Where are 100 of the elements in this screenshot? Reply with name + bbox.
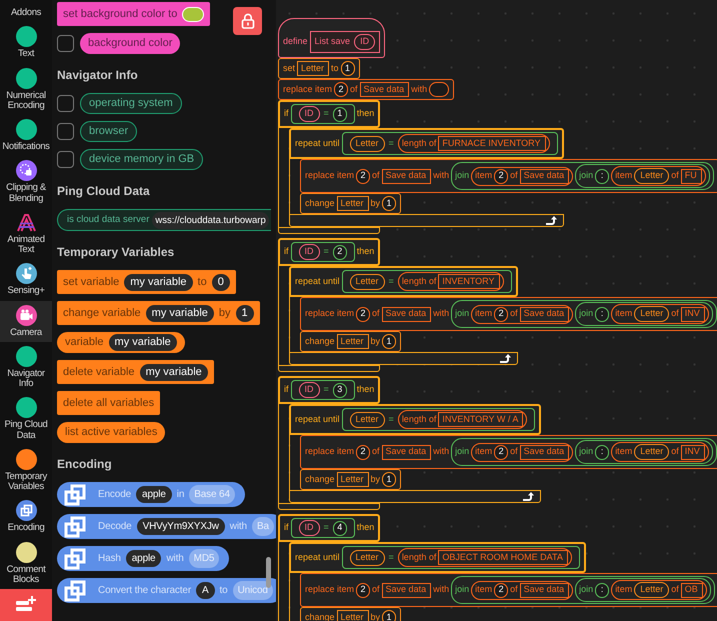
dropdown-field[interactable]: Save data — [382, 306, 432, 322]
variable-reporter[interactable]: Letter — [350, 274, 385, 290]
variable-reporter[interactable]: Letter — [350, 412, 385, 428]
category-item[interactable]: Clipping & Blending — [0, 156, 52, 208]
category-item[interactable]: Ping Cloud Data — [0, 393, 52, 445]
dropdown-field[interactable]: OBJECT ROOM HOME DATA — [438, 550, 568, 565]
if-block[interactable]: if ID = 1 then — [278, 100, 380, 128]
dropdown-field[interactable]: INV — [680, 444, 705, 460]
reporter-block[interactable]: Encode apple in Base 64 — [57, 482, 245, 507]
dropdown-field[interactable]: Save data — [360, 82, 410, 97]
reporter-block[interactable]: join : item Letter of FU — [575, 164, 710, 188]
number-input[interactable]: 1 — [382, 196, 396, 211]
category-item[interactable]: Addons — [0, 0, 52, 22]
number-input[interactable]: 1 — [382, 334, 396, 349]
reporter-block[interactable]: join item 2 of Save data join : item Letter of OB — [451, 576, 715, 604]
variable-reporter[interactable]: Letter — [634, 582, 670, 598]
dropdown-field[interactable]: Save data — [382, 582, 432, 598]
text-input[interactable]: 1 — [236, 304, 254, 322]
dropdown-field[interactable]: FURNACE INVENTORY — [438, 136, 546, 151]
reporter-block[interactable]: join : item Letter of INV — [575, 440, 713, 464]
dropdown-field[interactable]: Save data — [382, 444, 432, 460]
number-input[interactable]: : — [595, 306, 610, 322]
repeat-block[interactable]: repeat until Letter = length of OBJECT ROOM HOME DATA — [289, 542, 586, 573]
reporter-block[interactable]: background color — [80, 33, 180, 54]
stack-block[interactable]: delete variable my variable — [57, 360, 214, 384]
reporter-block[interactable]: operating system — [80, 93, 182, 114]
reporter-block[interactable]: Decode VHVyYm9XYXJw with Ba — [57, 514, 276, 539]
number-input[interactable]: 2 — [356, 444, 370, 460]
reporter-block[interactable]: item 2 of Save data — [471, 304, 574, 324]
checkbox[interactable] — [57, 35, 74, 52]
stack-block[interactable]: set variable my variable to 0 — [57, 270, 236, 294]
text-input[interactable]: 0 — [212, 274, 230, 290]
text-input[interactable]: my variable — [124, 274, 193, 290]
number-input[interactable]: 1 — [382, 472, 396, 487]
boolean-block[interactable]: ID = 2 — [290, 242, 355, 262]
category-item[interactable]: Camera — [0, 300, 52, 342]
text-input[interactable]: A — [196, 582, 215, 599]
color-swatch[interactable] — [182, 6, 204, 22]
variable-reporter[interactable]: Letter — [634, 444, 670, 460]
reporter-block[interactable]: item Letter of INV — [611, 304, 709, 324]
category-item[interactable]: Notifications — [0, 115, 52, 156]
if-block[interactable]: if ID = 4 then — [278, 514, 380, 542]
boolean-block[interactable]: Letter = length of OBJECT ROOM HOME DATA — [342, 546, 580, 569]
text-input[interactable]: my variable — [146, 304, 214, 322]
boolean-block[interactable]: ID = 4 — [290, 518, 355, 538]
number-input[interactable]: 2 — [494, 168, 508, 184]
number-input[interactable]: : — [595, 168, 610, 184]
argument-reporter[interactable]: ID — [354, 34, 376, 50]
stack-block[interactable]: change Letter by 1 — [300, 469, 402, 490]
reporter-block[interactable]: variable my variable — [57, 332, 185, 353]
if-block[interactable]: if ID = 3 then — [278, 376, 380, 404]
stack-block[interactable]: change variable my variable by 1 — [57, 301, 260, 325]
number-input[interactable]: 1 — [340, 61, 355, 76]
dropdown-field[interactable]: Save data — [520, 582, 570, 598]
stack-block[interactable]: replace item 2 of Save data with join item 2 of Save data join : item Letter of INV — [300, 297, 717, 331]
number-input[interactable]: 1 — [332, 106, 347, 122]
reporter-block[interactable]: join item 2 of Save data join : item Letter of INV — [451, 438, 717, 466]
dropdown-field[interactable]: FU — [680, 168, 702, 184]
reporter-block[interactable]: length of INVENTORY — [398, 272, 504, 291]
number-input[interactable]: 2 — [494, 444, 508, 460]
stack-block[interactable]: set Letter to 1 — [278, 58, 360, 79]
repeat-block[interactable]: repeat until Letter = length of INVENTORY — [289, 266, 518, 297]
number-input[interactable]: 2 — [332, 244, 347, 260]
boolean-block[interactable]: is cloud data server wss://clouddata.turbowarp — [57, 209, 271, 231]
variable-reporter[interactable]: Letter — [350, 136, 385, 152]
reporter-block[interactable]: item Letter of FU — [611, 166, 706, 186]
stack-block[interactable]: replace item 2 of Save data with — [278, 79, 454, 100]
reporter-block[interactable]: browser — [80, 121, 138, 142]
dropdown-field[interactable]: Save data — [382, 168, 432, 184]
reporter-block[interactable]: item 2 of Save data — [471, 580, 574, 600]
number-input[interactable]: 2 — [356, 168, 370, 184]
category-item[interactable]: Sensing+ — [0, 259, 52, 300]
scrollbar-thumb[interactable] — [266, 557, 271, 588]
dropdown-field[interactable]: Letter — [297, 61, 330, 76]
stack-block[interactable]: replace item 2 of Save data with join item 2 of Save data join : item Letter of OB — [300, 573, 717, 607]
stack-block[interactable]: change Letter by 1 — [300, 331, 402, 352]
dropdown-field[interactable]: Save data — [520, 306, 570, 322]
boolean-block[interactable]: Letter = length of FURNACE INVENTORY — [342, 132, 558, 155]
reporter-block[interactable]: join item 2 of Save data join : item Letter of INV — [451, 300, 717, 328]
dropdown-field[interactable]: Save data — [520, 444, 570, 460]
reporter-block[interactable]: device memory in GB — [80, 149, 204, 170]
category-item[interactable]: Animated Text — [0, 208, 52, 260]
category-item[interactable]: Navigator Info — [0, 342, 52, 394]
number-input[interactable]: : — [595, 444, 610, 460]
argument-reporter[interactable]: ID — [298, 382, 320, 398]
dropdown-field[interactable]: Letter — [336, 196, 369, 211]
reporter-block[interactable]: length of OBJECT ROOM HOME DATA — [398, 548, 572, 567]
stack-block[interactable]: change Letter by 1 — [300, 193, 402, 214]
dropdown-field[interactable]: Letter — [336, 334, 369, 349]
reporter-block[interactable]: length of INVENTORY W / A — [398, 410, 528, 429]
dropdown-field[interactable]: OB — [680, 582, 703, 598]
checkbox[interactable] — [57, 151, 74, 168]
boolean-block[interactable]: Letter = length of INVENTORY W / A — [342, 408, 536, 431]
number-input[interactable]: 3 — [332, 382, 347, 398]
repeat-block[interactable]: repeat until Letter = length of FURNACE INVENTORY — [289, 128, 564, 159]
number-input[interactable]: 4 — [332, 520, 347, 536]
boolean-block[interactable]: Letter = length of INVENTORY — [342, 270, 512, 293]
boolean-block[interactable]: ID = 3 — [290, 380, 355, 400]
number-input[interactable]: : — [595, 582, 610, 598]
number-input[interactable]: 2 — [494, 306, 508, 322]
